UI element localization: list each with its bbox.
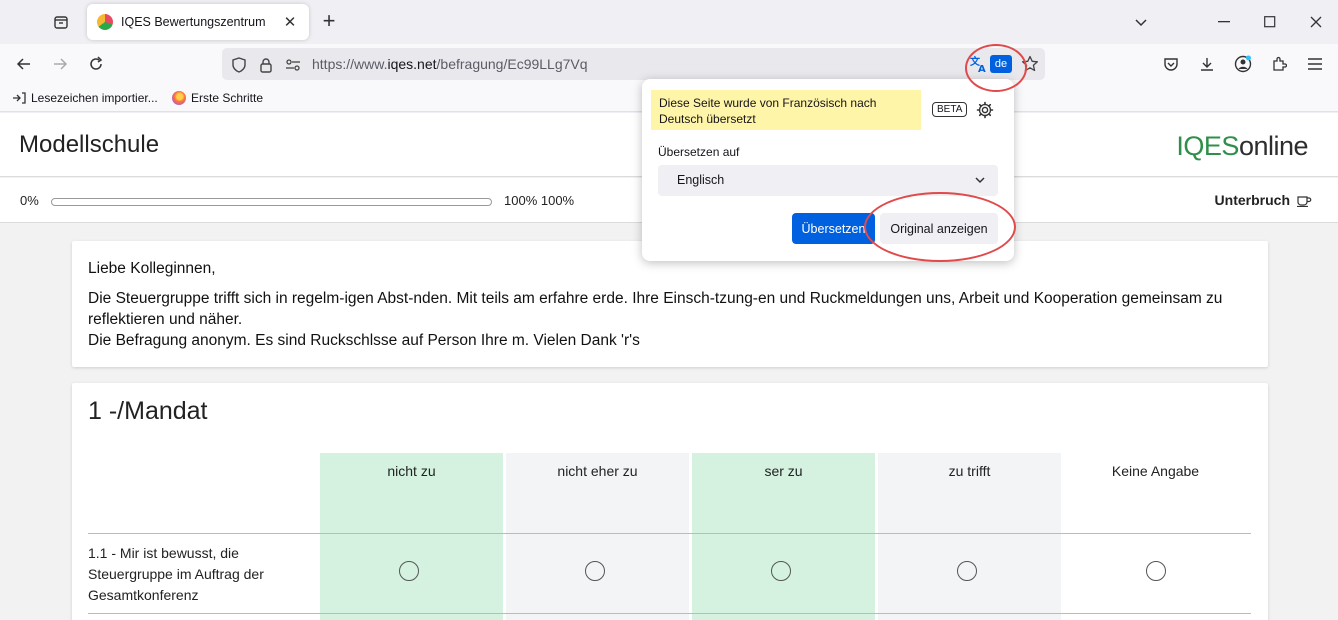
bookmark-getting-started[interactable]: Erste Schritte [172, 91, 263, 105]
row-divider [88, 533, 1251, 534]
target-language-select[interactable]: Englisch [658, 165, 998, 196]
logo-part-iqes: IQES [1176, 131, 1239, 161]
reload-icon[interactable] [84, 52, 108, 76]
answer-column: nicht zu [320, 453, 503, 620]
pocket-icon[interactable] [1159, 52, 1183, 76]
answer-column: ser zu [692, 453, 875, 620]
back-arrow-icon[interactable] [12, 52, 36, 76]
column-header: ser zu [764, 463, 803, 479]
bookmark-star-icon[interactable] [1020, 54, 1040, 74]
new-tab-button[interactable]: + [318, 10, 340, 33]
maximize-icon[interactable] [1258, 10, 1282, 34]
minimize-icon[interactable] [1212, 10, 1236, 34]
address-bar[interactable]: https://www.iqes.net/befragung/Ec99LLg7V… [222, 48, 1045, 80]
iqes-online-logo[interactable]: IQESonline [1176, 131, 1308, 162]
bookmark-label: Lesezeichen importier... [31, 91, 158, 105]
url-prefix: https://www. [312, 56, 388, 72]
tab-strip: IQES Bewertungszentrum ✕ + [0, 0, 1338, 44]
translate-icon: 文A [970, 55, 986, 73]
iqes-favicon-icon [97, 14, 113, 30]
answer-column: nicht eher zu [506, 453, 689, 620]
gear-icon[interactable] [976, 101, 994, 119]
close-tab-icon[interactable]: ✕ [281, 13, 299, 31]
question-section-card: 1 -/Mandat nicht zu nicht eher zu ser zu… [72, 383, 1268, 620]
answer-radio[interactable] [399, 561, 419, 581]
chevron-down-icon [975, 177, 985, 184]
translation-popup: Diese Seite wurde von Französisch nach D… [642, 79, 1014, 261]
answer-column: zu trifft [878, 453, 1061, 620]
column-header: nicht eher zu [557, 463, 638, 479]
question-text: 1.1 - Mir ist bewusst, die Steuergruppe … [88, 545, 264, 603]
pause-label: Unterbruch [1214, 192, 1290, 208]
navigation-toolbar: https://www.iqes.net/befragung/Ec99LLg7V… [0, 44, 1338, 84]
intro-greeting: Liebe Kolleginnen, [88, 260, 216, 277]
url-text[interactable]: https://www.iqes.net/befragung/Ec99LLg7V… [312, 56, 588, 72]
selected-language: Englisch [677, 173, 725, 187]
lock-icon[interactable] [257, 56, 275, 74]
forward-arrow-icon[interactable] [48, 52, 72, 76]
firefox-icon [172, 91, 186, 105]
pause-button[interactable]: Unterbruch [1215, 192, 1312, 208]
answer-radio[interactable] [771, 561, 791, 581]
account-icon[interactable] [1231, 52, 1255, 76]
row-divider [88, 613, 1251, 614]
bookmark-import[interactable]: Lesezeichen importier... [12, 91, 158, 105]
hamburger-menu-icon[interactable] [1303, 52, 1327, 76]
answer-radio[interactable] [1146, 561, 1166, 581]
progress-bar [51, 198, 492, 206]
translate-button[interactable]: 文A de [970, 53, 1014, 75]
active-tab[interactable]: IQES Bewertungszentrum ✕ [87, 4, 309, 40]
tab-title: IQES Bewertungszentrum [121, 15, 266, 29]
bookmark-label: Erste Schritte [191, 91, 264, 105]
translate-action-button[interactable]: Übersetzen [792, 213, 875, 244]
beta-badge: BETA [932, 102, 968, 117]
progress-start-label: 0% [20, 193, 39, 208]
downloads-icon[interactable] [1195, 52, 1219, 76]
translate-to-label: Übersetzen auf [658, 145, 740, 159]
column-header: Keine Angabe [1111, 463, 1200, 479]
answer-column: Keine Angabe [1064, 453, 1247, 620]
list-all-tabs-icon[interactable] [1129, 10, 1153, 34]
show-original-button[interactable]: Original anzeigen [880, 213, 998, 244]
translation-notice: Diese Seite wurde von Französisch nach D… [651, 90, 921, 130]
url-path: /befragung/Ec99LLg7Vq [436, 56, 588, 72]
svg-text:A: A [978, 64, 986, 73]
tab-list-icon[interactable] [50, 11, 72, 33]
logo-part-online: online [1238, 131, 1309, 161]
answer-radio[interactable] [957, 561, 977, 581]
import-icon [12, 91, 26, 105]
permissions-icon[interactable] [284, 56, 302, 74]
language-badge: de [990, 55, 1012, 73]
intro-text-2: Die Befragung anonym. Es sind Ruckschlss… [88, 332, 640, 349]
progress-end-label: 100% 100% [504, 193, 575, 208]
column-header: nicht zu [387, 463, 436, 479]
url-domain: iqes.net [387, 56, 437, 72]
intro-text-1: Die Steuergruppe trifft sich in regelm-i… [88, 290, 1223, 328]
extensions-icon[interactable] [1267, 52, 1291, 76]
coffee-cup-icon [1297, 196, 1312, 207]
tracking-shield-icon[interactable] [230, 56, 248, 74]
section-title: 1 -/Mandat [88, 397, 208, 425]
column-header: zu trifft [948, 463, 991, 479]
answer-radio[interactable] [585, 561, 605, 581]
close-window-icon[interactable] [1304, 10, 1328, 34]
school-name: Modellschule [19, 131, 160, 158]
